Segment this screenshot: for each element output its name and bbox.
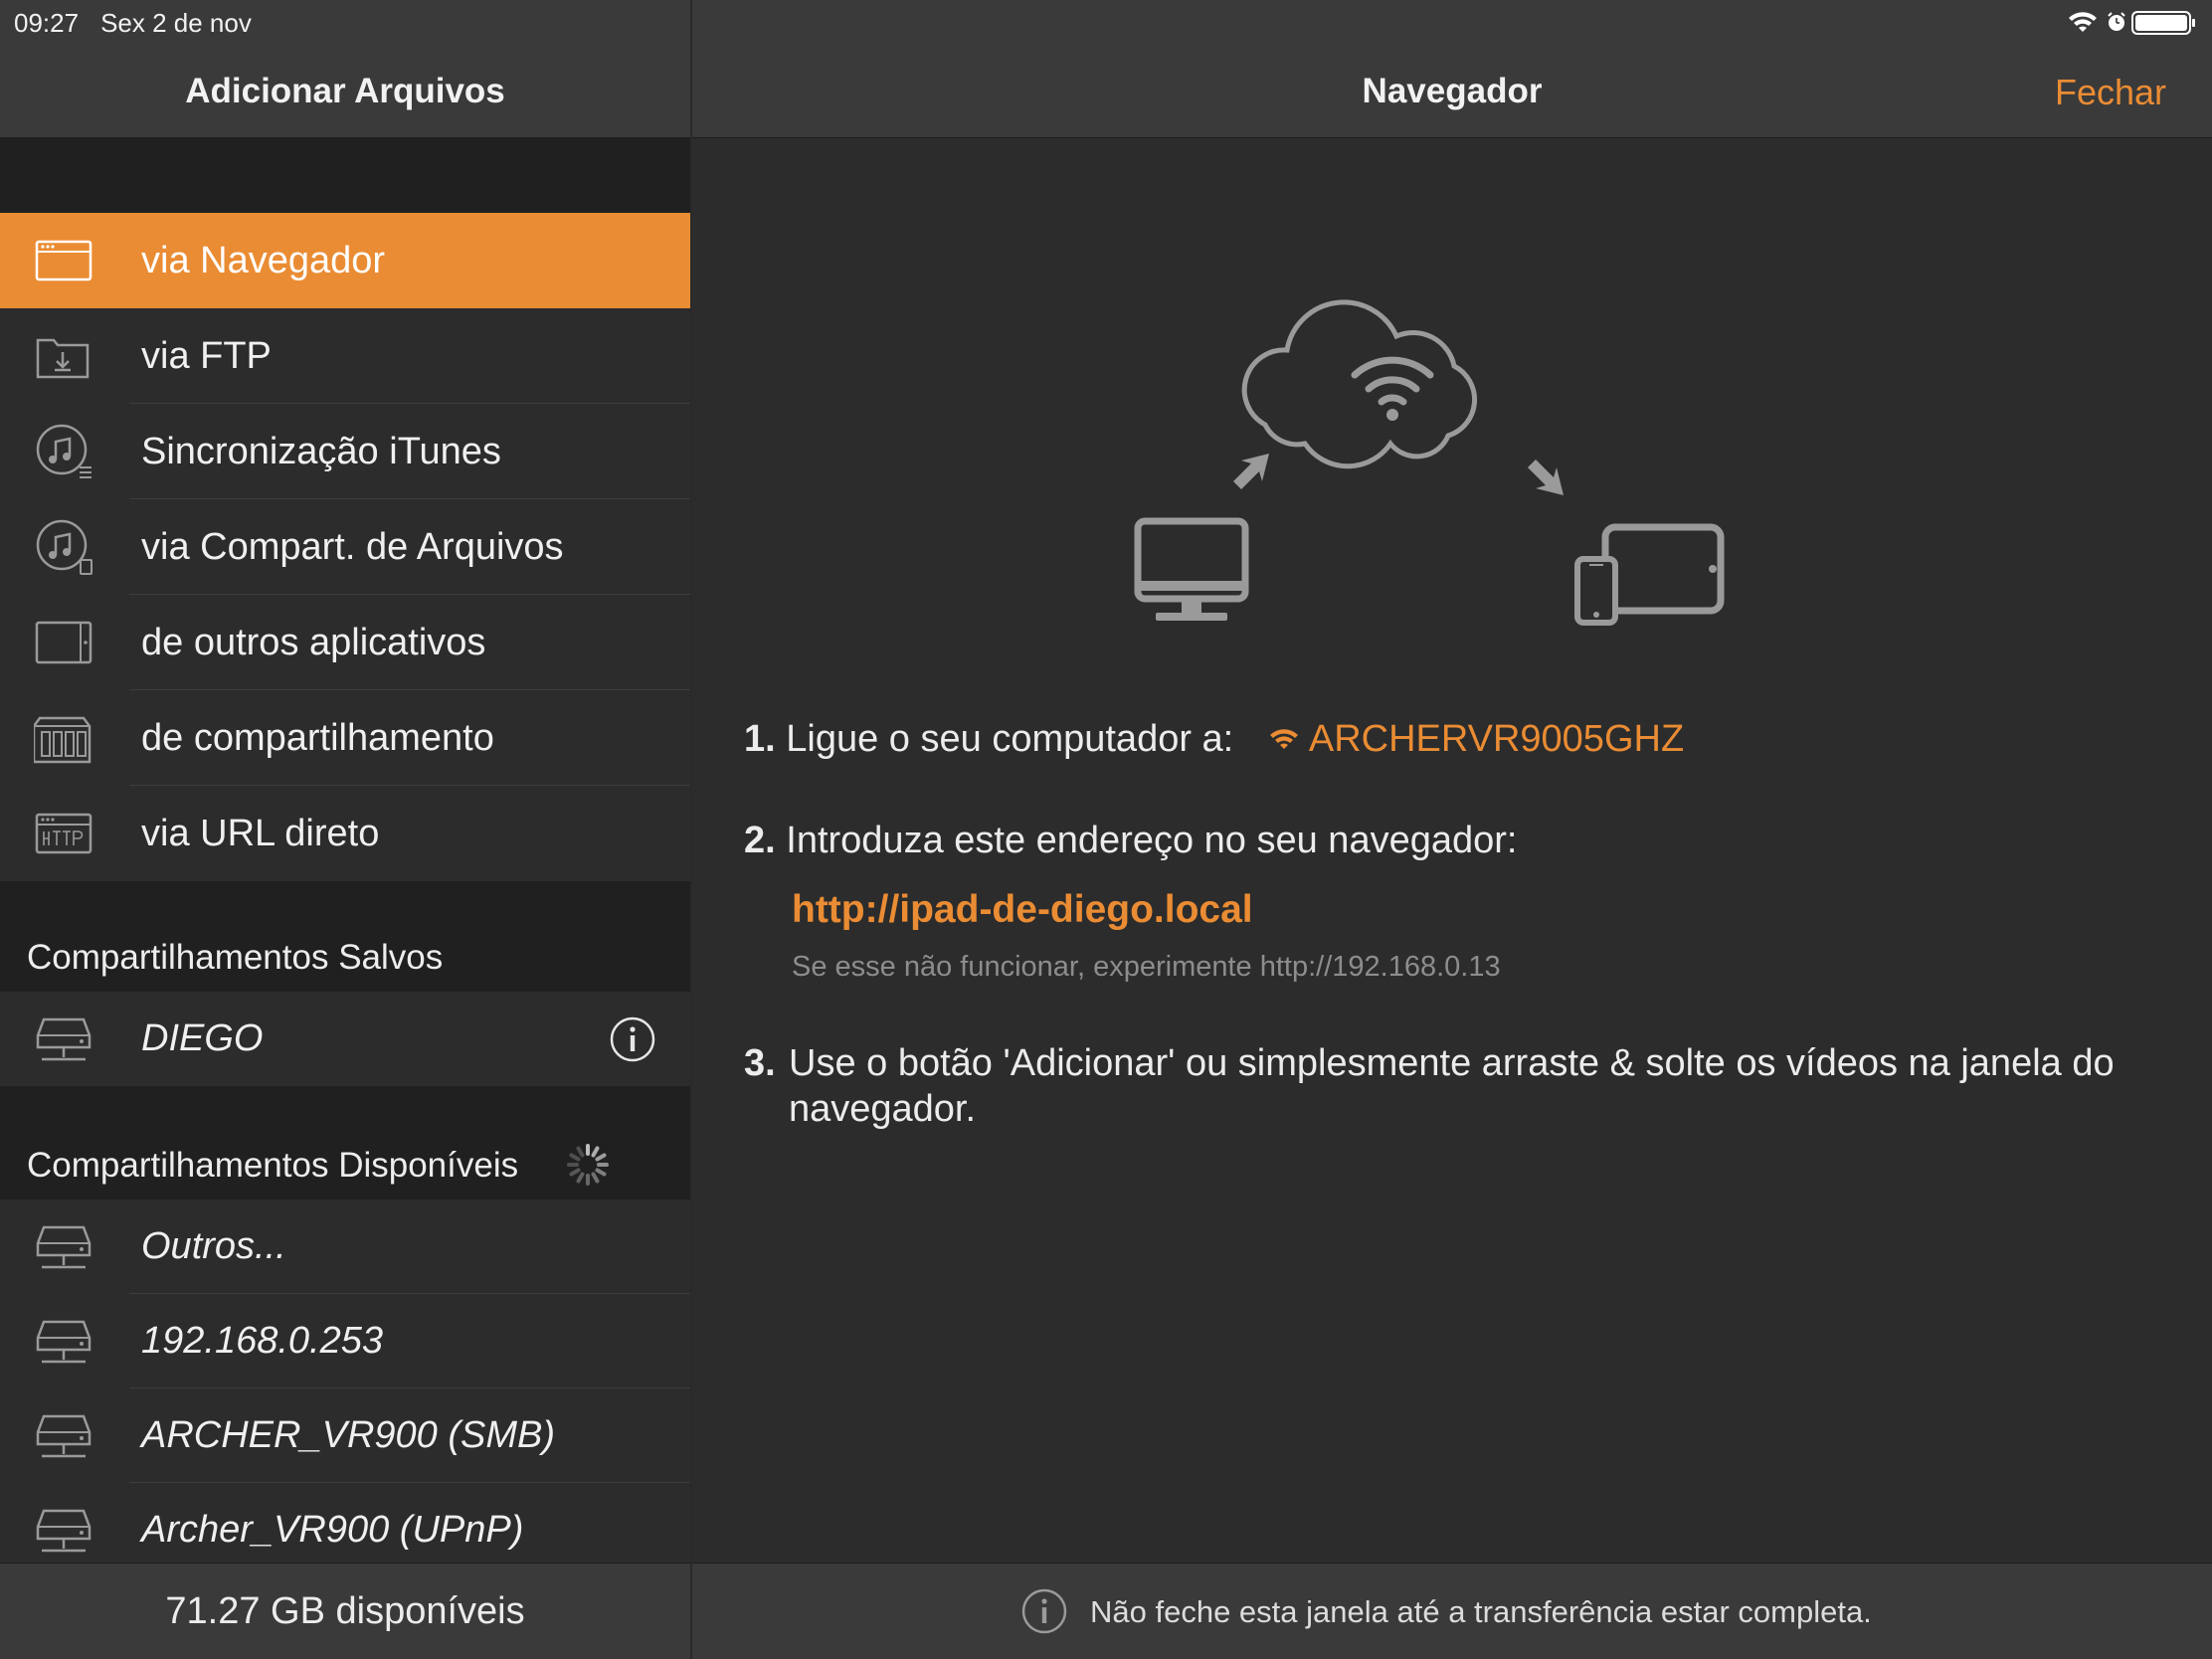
available-share-others[interactable]: Outros... xyxy=(0,1199,690,1294)
info-icon[interactable] xyxy=(609,1015,656,1063)
info-icon xyxy=(1021,1588,1067,1634)
sidebar: 09:27 Sex 2 de nov Adicionar Arquivos via… xyxy=(0,0,690,1659)
status-time: 09:27 xyxy=(14,8,80,38)
step-text: Ligue o seu computador a: xyxy=(786,718,1234,760)
saved-shares-header: Compartilhamentos Salvos xyxy=(0,881,690,992)
loading-spinner-icon xyxy=(567,1144,609,1186)
transfer-illustration xyxy=(1134,299,1725,626)
sidebar-spacer xyxy=(0,138,690,213)
step-number: 3. xyxy=(744,1042,776,1084)
menu-item-label: via Navegador xyxy=(141,240,386,281)
status-bar-indicators xyxy=(2069,11,2195,35)
server-icon xyxy=(36,1320,92,1364)
browser-window-icon xyxy=(35,240,92,281)
status-date: Sex 2 de nov xyxy=(100,8,252,38)
step-3: 3. Use o botão 'Adicionar' ou simplesmen… xyxy=(744,1040,2156,1132)
available-share-ip[interactable]: 192.168.0.253 xyxy=(0,1294,690,1388)
sidebar-title: Adicionar Arquivos xyxy=(185,72,505,110)
http-url-icon xyxy=(35,813,92,854)
arrow-down-right-icon xyxy=(1528,460,1564,495)
available-share-archer-upnp[interactable]: Archer_VR900 (UPnP) xyxy=(0,1483,690,1563)
menu-item-itunes-sync[interactable]: Sincronização iTunes xyxy=(0,404,690,499)
wifi-network-icon xyxy=(1270,729,1299,749)
share-label: ARCHER_VR900 (SMB) xyxy=(141,1414,555,1456)
alarm-icon xyxy=(2108,12,2125,31)
server-icon xyxy=(36,1017,92,1061)
step-number: 1. xyxy=(744,718,776,760)
step-text: Introduza este endereço no seu navegador… xyxy=(786,820,1518,861)
cloud-wifi-icon xyxy=(1241,299,1478,469)
step-2: 2. Introduza este endereço no seu navega… xyxy=(744,820,1517,862)
file-sharing-icon xyxy=(36,519,92,575)
ftp-folder-icon xyxy=(36,338,90,379)
menu-item-label: via URL direto xyxy=(141,813,380,854)
menu-item-other-apps[interactable]: de outros aplicativos xyxy=(0,595,690,690)
menu-item-label: via Compart. de Arquivos xyxy=(141,526,564,568)
step-1: 1. Ligue o seu computador a: ARCHERVR900… xyxy=(744,718,1684,761)
panel-header: Navegador Fechar xyxy=(692,0,2212,138)
server-icon xyxy=(36,1509,92,1553)
server-icon xyxy=(36,1414,92,1458)
browser-address-link[interactable]: http://ipad-de-diego.local xyxy=(792,888,1253,932)
menu-item-via-ftp[interactable]: via FTP xyxy=(0,308,690,404)
desktop-computer-icon xyxy=(1134,517,1249,621)
menu-item-direct-url[interactable]: via URL direto xyxy=(0,786,690,881)
wifi-status-icon xyxy=(2069,12,2097,32)
wifi-network-name: ARCHERVR9005GHZ xyxy=(1308,718,1685,760)
nas-share-icon xyxy=(34,716,92,764)
panel-title: Navegador xyxy=(1362,72,1543,110)
alternate-address-hint: Se esse não funcionar, experimente http:… xyxy=(792,951,1501,983)
menu-item-label: Sincronização iTunes xyxy=(141,431,501,472)
available-shares-title: Compartilhamentos Disponíveis xyxy=(27,1146,519,1185)
menu-item-via-navegador[interactable]: via Navegador xyxy=(0,213,690,308)
step-text: Use o botão 'Adicionar' ou simplesmente … xyxy=(789,1042,2115,1130)
menu-item-label: de outros aplicativos xyxy=(141,622,486,663)
other-apps-icon xyxy=(35,621,92,664)
saved-share-diego[interactable]: DIEGO xyxy=(0,992,690,1086)
menu-item-file-sharing[interactable]: via Compart. de Arquivos xyxy=(0,499,690,595)
storage-available: 71.27 GB disponíveis xyxy=(165,1590,525,1632)
status-bar-clock: 09:27 Sex 2 de nov xyxy=(14,8,252,39)
arrow-up-right-icon xyxy=(1233,454,1269,489)
available-shares-header: Compartilhamentos Disponíveis xyxy=(0,1086,690,1199)
share-label: 192.168.0.253 xyxy=(141,1320,384,1362)
transfer-warning-footer: Não feche esta janela até a transferênci… xyxy=(692,1563,2212,1659)
battery-icon xyxy=(2131,11,2195,35)
close-button[interactable]: Fechar xyxy=(2055,72,2166,113)
tablet-phone-icon xyxy=(1574,523,1725,626)
sidebar-header: 09:27 Sex 2 de nov Adicionar Arquivos xyxy=(0,0,690,138)
storage-footer: 71.27 GB disponíveis xyxy=(0,1563,690,1659)
saved-shares-title: Compartilhamentos Salvos xyxy=(27,938,444,977)
saved-share-label: DIEGO xyxy=(141,1017,264,1059)
available-share-archer-smb[interactable]: ARCHER_VR900 (SMB) xyxy=(0,1388,690,1483)
menu-item-share[interactable]: de compartilhamento xyxy=(0,690,690,786)
share-label: Archer_VR900 (UPnP) xyxy=(141,1509,524,1551)
menu-item-label: de compartilhamento xyxy=(141,717,494,759)
step-number: 2. xyxy=(744,820,776,861)
menu-item-label: via FTP xyxy=(141,335,272,377)
share-label: Outros... xyxy=(141,1225,286,1267)
server-icon xyxy=(36,1225,92,1269)
itunes-sync-icon xyxy=(36,424,92,478)
browser-upload-panel: Navegador Fechar 1. Ligue o seu computad… xyxy=(692,0,2212,1659)
transfer-warning-text: Não feche esta janela até a transferênci… xyxy=(1090,1594,1872,1629)
